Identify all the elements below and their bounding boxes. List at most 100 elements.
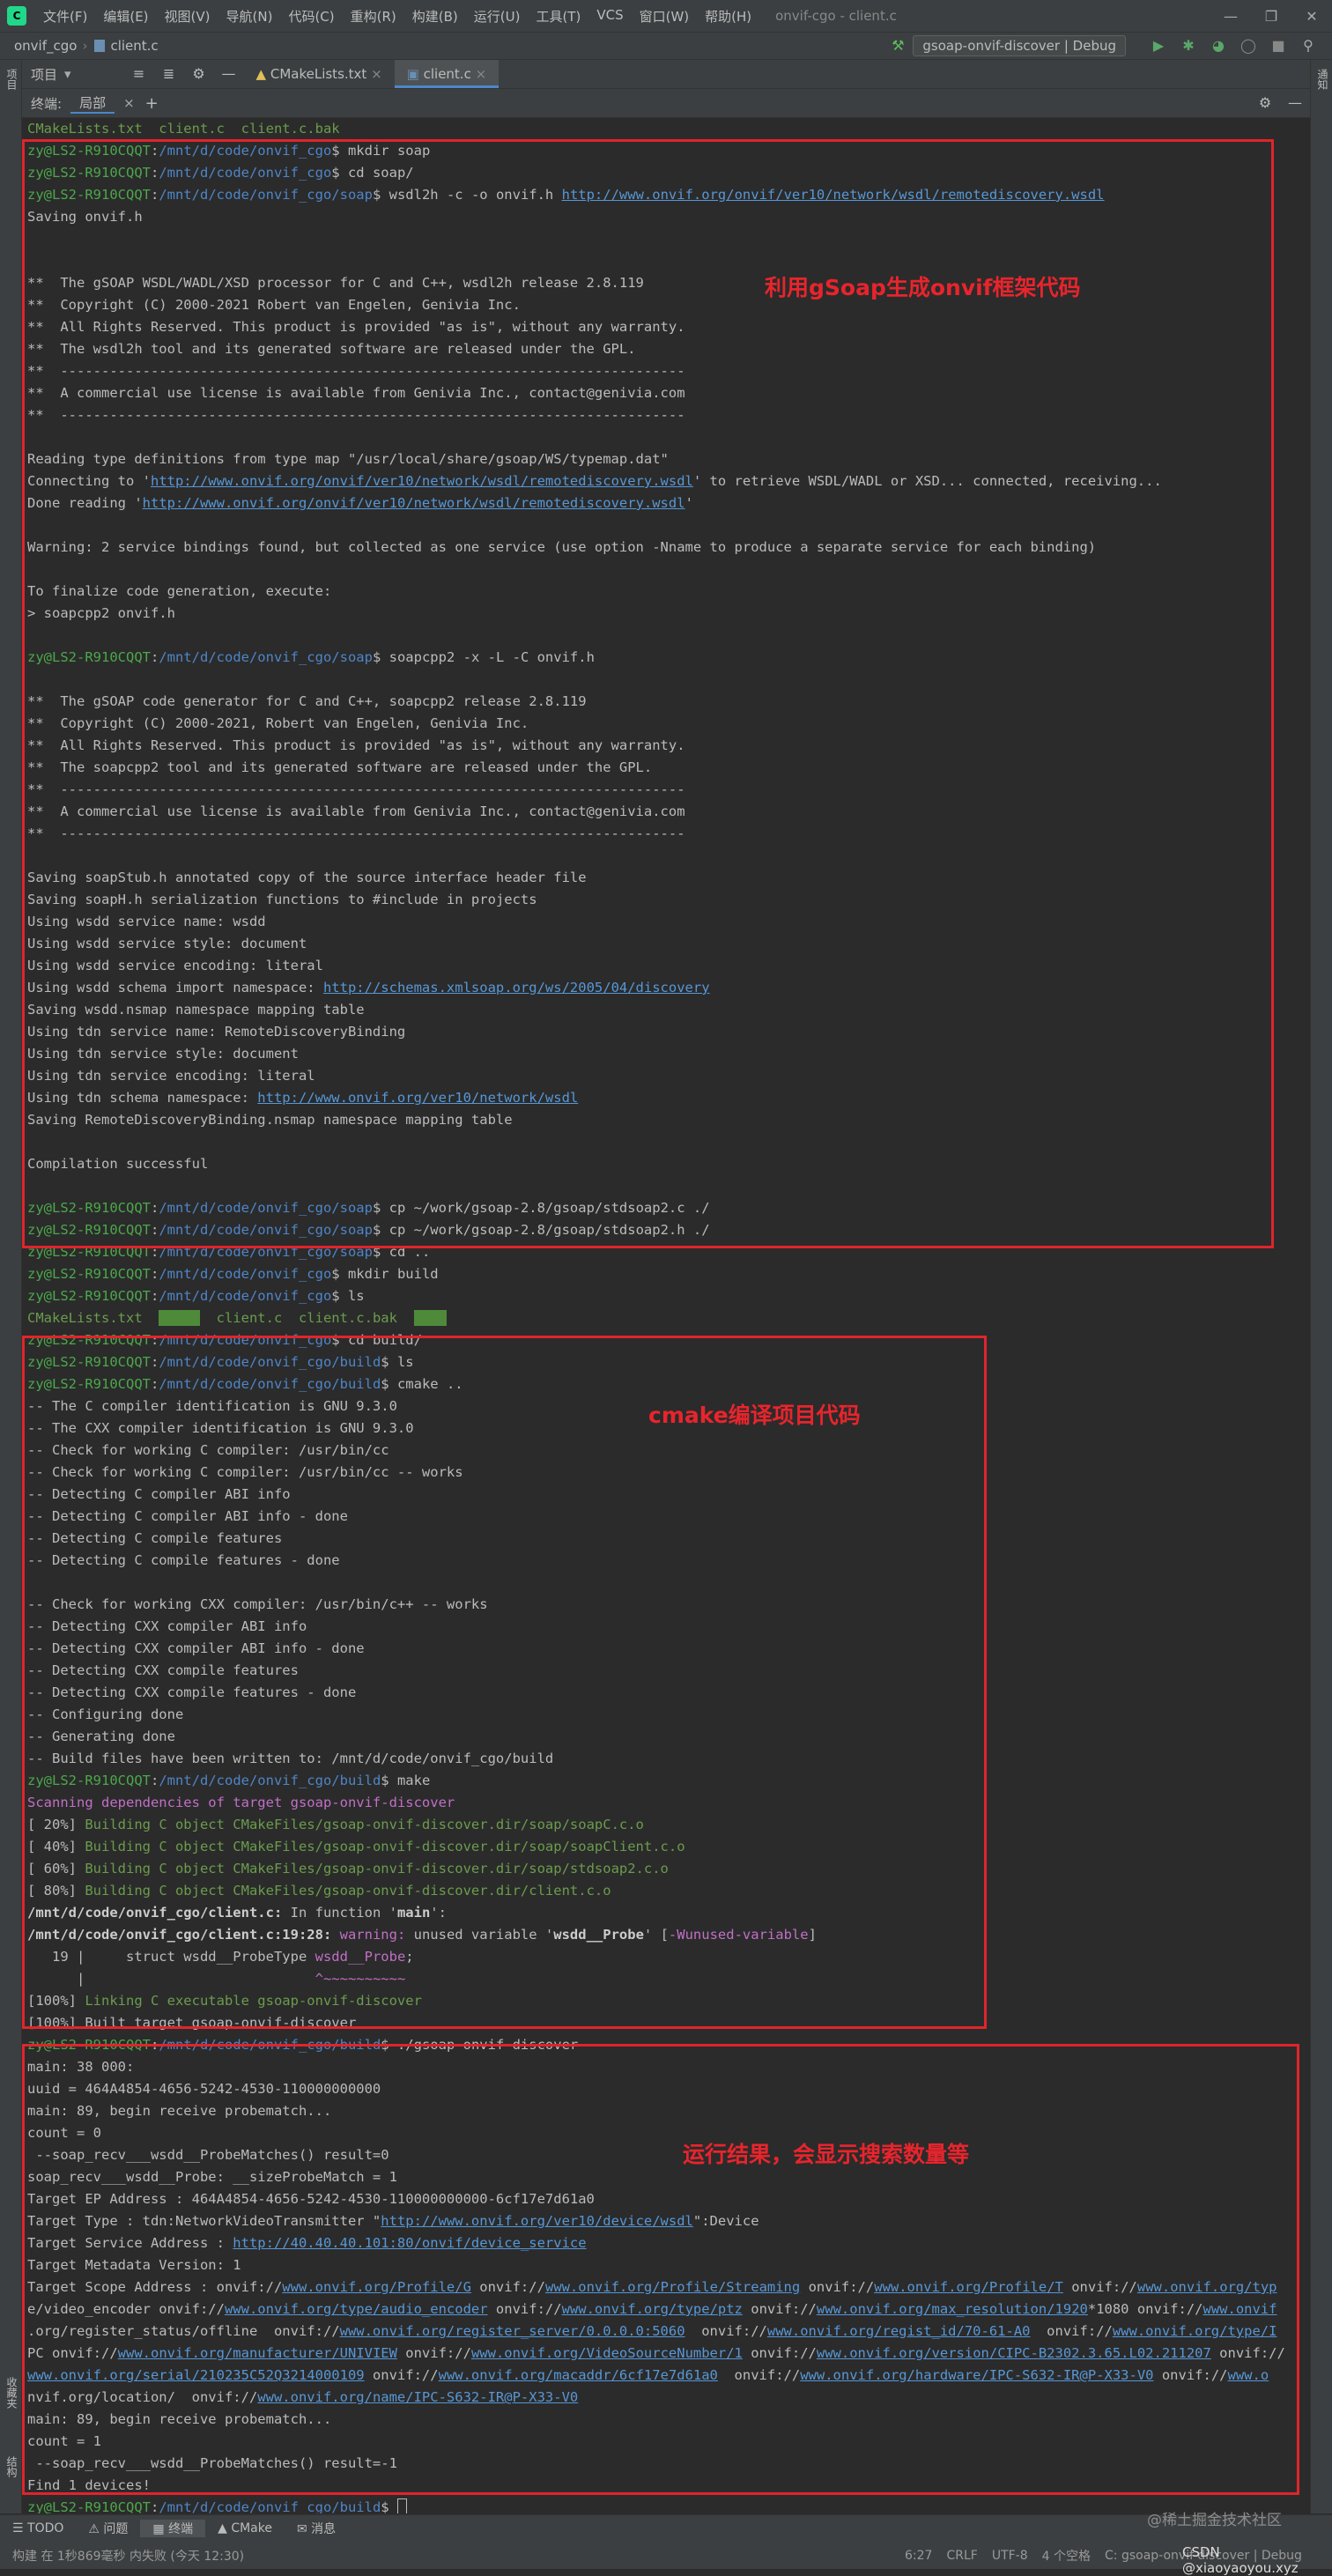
status-message[interactable]: 构建 在 1秒869毫秒 内失败 (今天 12:30) [0, 2547, 898, 2565]
run-configuration-select[interactable]: gsoap-onvif-discover | Debug [913, 35, 1126, 56]
tool-todo[interactable]: ☰ TODO [0, 2521, 76, 2535]
structure-tool-button[interactable]: 结构 [4, 2456, 19, 2477]
close-icon[interactable]: ✕ [1291, 8, 1332, 25]
tab-label: client.c [423, 66, 471, 82]
annotation-box-gsoap [22, 139, 1274, 1248]
hide-panel-icon[interactable]: — [218, 64, 240, 84]
terminal-text: $ [381, 2499, 397, 2513]
breadcrumb-separator-icon: › [82, 38, 88, 54]
menu-item[interactable]: 窗口(W) [632, 7, 698, 26]
terminal-text: zy@LS2-R910CQQT [27, 1288, 151, 1304]
menu-item[interactable]: 重构(R) [343, 7, 404, 26]
profile-icon[interactable]: ◯ [1237, 36, 1260, 56]
terminal-line: CMakeLists.txt build client.c client.c.b… [27, 1307, 1285, 1329]
terminal-line: CMakeLists.txt client.c client.c.bak [27, 118, 1285, 140]
expand-all-icon[interactable]: ≣ [158, 64, 181, 84]
annotation-cmake: cmake编译项目代码 [648, 1403, 861, 1428]
terminal-line: zy@LS2-R910CQQT:/mnt/d/code/onvif_cgo$ l… [27, 1285, 1285, 1307]
hide-panel-icon[interactable]: — [1284, 93, 1306, 113]
notifications-tool-button[interactable]: 通知 [1315, 69, 1330, 90]
menu-item[interactable]: 文件(F) [35, 7, 95, 26]
close-icon[interactable]: × [476, 66, 487, 82]
menu-item[interactable]: 工具(T) [528, 7, 588, 26]
annotation-box-result [22, 2044, 1299, 2495]
tool-label: CMake [231, 2521, 272, 2535]
breadcrumb-file[interactable]: client.c [110, 38, 163, 54]
c-file-icon: ▣ [406, 66, 424, 82]
menu-item[interactable]: 导航(N) [218, 7, 281, 26]
terminal-text: CMakeLists.txt client.c client.c.bak [27, 121, 340, 137]
menu-item[interactable]: 运行(U) [466, 7, 529, 26]
watermark-csdn: CSDN @xiaoyaoyou.xyz [1182, 2544, 1299, 2576]
menu-item[interactable]: VCS [588, 7, 631, 26]
tool-cmake[interactable]: ▲ CMake [205, 2521, 285, 2535]
build-hammer-icon[interactable]: ⚒ [886, 36, 909, 56]
project-tool-button[interactable]: 项目 [4, 69, 19, 90]
menu-item[interactable]: 编辑(E) [95, 7, 156, 26]
coverage-icon[interactable]: ◕ [1207, 36, 1230, 56]
restore-icon[interactable]: ❐ [1251, 8, 1291, 25]
tab-client-c[interactable]: ▣ client.c × [394, 60, 500, 88]
debug-icon[interactable]: ✱ [1177, 36, 1200, 56]
close-icon[interactable]: × [371, 66, 382, 82]
terminal-label: 终端: [31, 95, 63, 112]
terminal-text: client.c client.c.bak [199, 1310, 414, 1326]
terminal-text: soap [413, 1310, 447, 1326]
line-separator[interactable]: CRLF [939, 2549, 984, 2563]
navigation-bar: onvif_cgo › client.c ⚒ gsoap-onvif-disco… [0, 33, 1332, 60]
file-encoding[interactable]: UTF-8 [985, 2549, 1035, 2563]
terminal-text: : [150, 1288, 159, 1304]
c-file-icon [94, 40, 106, 52]
annotation-result: 运行结果，会显示搜索数量等 [683, 2142, 970, 2167]
window-title: onvif-cgo - client.c [775, 8, 897, 24]
terminal-text: zy@LS2-R910CQQT [27, 2499, 151, 2513]
terminal-line: zy@LS2-R910CQQT:/mnt/d/code/onvif_cgo/bu… [27, 2497, 1285, 2513]
tool-label: TODO [27, 2521, 64, 2535]
terminal-cursor [396, 2498, 407, 2513]
chevron-down-icon[interactable]: ▾ [64, 66, 71, 82]
gear-icon[interactable]: ⚙ [1254, 93, 1276, 113]
terminal-header: 终端: 局部 × + ⚙ — [22, 89, 1310, 118]
terminal-text: build [159, 1310, 200, 1326]
menu-item[interactable]: 代码(C) [280, 7, 342, 26]
tool-problems[interactable]: ⚠ 问题 [76, 2520, 140, 2537]
cursor-position[interactable]: 6:27 [898, 2549, 939, 2563]
main-menu: 文件(F) 编辑(E) 视图(V) 导航(N) 代码(C) 重构(R) 构建(B) 运行(U)… [35, 7, 759, 26]
tab-label: CMakeLists.txt [270, 66, 367, 82]
terminal-text: $ mkdir build [331, 1266, 439, 1282]
terminal-text: : [150, 2499, 159, 2513]
status-bar: ☰ TODO ⚠ 问题 ▦ 终端 ▲ CMake ✉ 消息 构建 在 1秒869… [0, 2514, 1332, 2569]
tool-label: 问题 [103, 2522, 129, 2536]
terminal-tab-local[interactable]: 局部 [70, 93, 115, 114]
close-icon[interactable]: × [115, 95, 145, 111]
tool-messages[interactable]: ✉ 消息 [285, 2520, 348, 2537]
annotation-box-cmake [22, 1336, 987, 2029]
terminal-text: $ ls [331, 1288, 365, 1304]
favorites-tool-button[interactable]: 收藏夹 [4, 2377, 19, 2409]
terminal-text: CMakeLists.txt [27, 1310, 159, 1326]
tab-cmakelists[interactable]: ▲ CMakeLists.txt × [244, 60, 395, 88]
watermark-juejin: @稀土掘金技术社区 [1147, 2512, 1282, 2529]
cmake-file-icon: ▲ [255, 66, 270, 82]
menu-item[interactable]: 视图(V) [157, 7, 218, 26]
search-icon[interactable]: ⚲ [1297, 36, 1320, 56]
minimize-icon[interactable]: — [1210, 8, 1251, 25]
add-terminal-button[interactable]: + [145, 94, 159, 113]
terminal-text: /mnt/d/code/onvif_cgo/build [159, 2499, 381, 2513]
breadcrumb-project[interactable]: onvif_cgo [0, 38, 82, 54]
menu-item[interactable]: 帮助(H) [697, 7, 759, 26]
terminal-text: /mnt/d/code/onvif_cgo [159, 1288, 332, 1304]
tool-terminal[interactable]: ▦ 终端 [140, 2520, 206, 2537]
tool-label: 消息 [311, 2522, 337, 2536]
title-bar: C 文件(F) 编辑(E) 视图(V) 导航(N) 代码(C) 重构(R) 构建(B) 运行(… [0, 0, 1332, 33]
terminal-text: zy@LS2-R910CQQT [27, 1266, 151, 1282]
stop-icon[interactable]: ■ [1267, 36, 1290, 56]
gear-icon[interactable]: ⚙ [188, 64, 211, 84]
menu-item[interactable]: 构建(B) [404, 7, 466, 26]
project-panel-label[interactable]: 项目 [22, 65, 64, 84]
tool-label: 终端 [168, 2522, 194, 2536]
collapse-all-icon[interactable]: ≡ [128, 64, 151, 84]
terminal-line: zy@LS2-R910CQQT:/mnt/d/code/onvif_cgo$ m… [27, 1263, 1285, 1285]
indent-setting[interactable]: 4 个空格 [1035, 2547, 1098, 2565]
run-icon[interactable]: ▶ [1147, 36, 1170, 56]
